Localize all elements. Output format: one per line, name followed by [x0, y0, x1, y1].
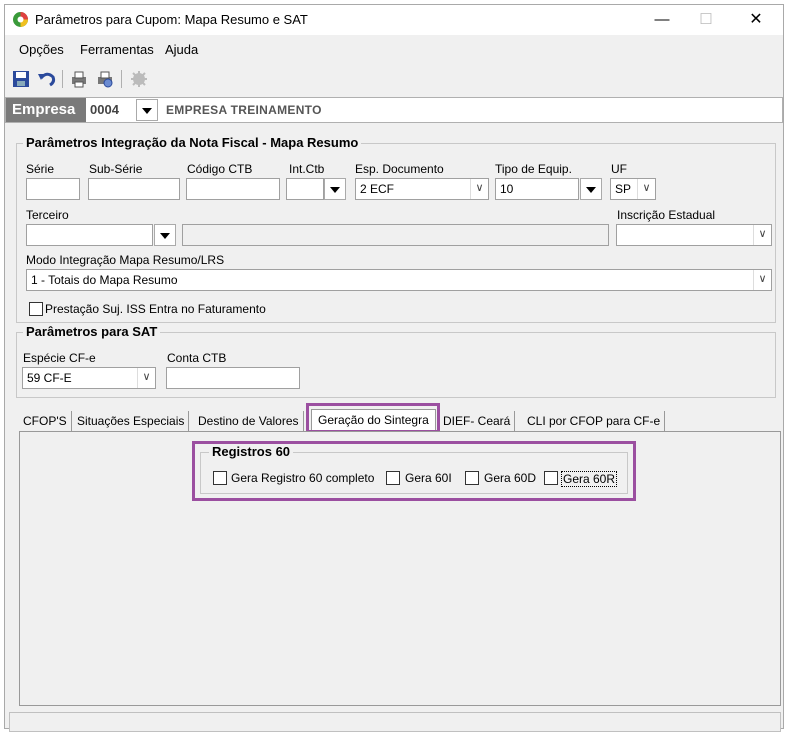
chevron-down-icon: ∨	[470, 179, 488, 199]
menu-opcoes[interactable]: Opções	[19, 42, 64, 57]
empresa-code-input[interactable]: 0004	[90, 102, 119, 117]
chevron-down-icon: ∨	[753, 225, 771, 245]
esp-doc-select[interactable]: 2 ECF ∨	[355, 178, 489, 200]
especie-value: 59 CF-E	[27, 371, 72, 385]
codigo-ctb-label: Código CTB	[187, 162, 253, 176]
empresa-label: Empresa	[6, 98, 86, 122]
inscricao-select[interactable]: ∨	[616, 224, 772, 246]
gera-60i-checkbox[interactable]	[386, 471, 400, 485]
gera-registro-60-completo-checkbox[interactable]	[213, 471, 227, 485]
settings-icon[interactable]	[129, 69, 149, 89]
app-icon	[13, 12, 28, 27]
int-ctb-label: Int.Ctb	[289, 162, 325, 176]
window-title: Parâmetros para Cupom: Mapa Resumo e SAT	[35, 12, 308, 27]
terceiro-name-display	[182, 224, 609, 246]
empresa-bar: Empresa 0004 EMPRESA TREINAMENTO	[5, 97, 783, 123]
tipo-equip-label: Tipo de Equip.	[495, 162, 572, 176]
sat-group: Parâmetros para SAT Espécie CF-e 59 CF-E…	[16, 324, 776, 398]
chevron-down-icon	[586, 187, 596, 193]
minimize-button[interactable]: —	[639, 5, 685, 35]
print-icon[interactable]	[69, 69, 89, 89]
menu-ajuda[interactable]: Ajuda	[165, 42, 198, 57]
chevron-down-icon	[330, 187, 340, 193]
status-bar	[9, 712, 781, 732]
uf-label: UF	[611, 162, 627, 176]
undo-icon[interactable]	[37, 69, 57, 89]
uf-select[interactable]: SP ∨	[610, 178, 656, 200]
serie-input[interactable]	[26, 178, 80, 200]
terceiro-input[interactable]	[26, 224, 153, 246]
codigo-ctb-input[interactable]	[186, 178, 280, 200]
empresa-dropdown-button[interactable]	[136, 99, 158, 121]
maximize-button[interactable]: ☐	[683, 5, 729, 35]
subserie-input[interactable]	[88, 178, 180, 200]
chevron-down-icon	[160, 233, 170, 239]
nf-integration-group: Parâmetros Integração da Nota Fiscal - M…	[16, 135, 776, 323]
toolbar-separator	[62, 70, 63, 88]
tab-situacoes-especiais[interactable]: Situações Especiais	[73, 411, 190, 431]
tab-cfops[interactable]: CFOP'S	[19, 411, 72, 431]
menu-ferramentas[interactable]: Ferramentas	[80, 42, 154, 57]
tab-panel-sintegra: Registros 60 Gera Registro 60 completo G…	[19, 431, 781, 706]
prestacao-label: Prestação Suj. ISS Entra no Faturamento	[45, 302, 266, 316]
chevron-down-icon: ∨	[637, 179, 655, 199]
registros60-group: Registros 60 Gera Registro 60 completo G…	[200, 444, 628, 494]
group-title: Registros 60	[209, 444, 294, 459]
int-ctb-dropdown-button[interactable]	[324, 178, 346, 200]
conta-ctb-input[interactable]	[166, 367, 300, 389]
especie-select[interactable]: 59 CF-E ∨	[22, 367, 156, 389]
empresa-name: EMPRESA TREINAMENTO	[166, 103, 322, 117]
uf-value: SP	[615, 182, 632, 196]
gera-registro-60-completo-label: Gera Registro 60 completo	[231, 471, 375, 485]
toolbar	[5, 65, 783, 93]
terceiro-dropdown-button[interactable]	[154, 224, 176, 246]
save-icon[interactable]	[11, 69, 31, 89]
tab-dief-ceara[interactable]: DIEF- Ceará	[439, 411, 516, 431]
chevron-down-icon: ∨	[137, 368, 155, 388]
gera-60d-checkbox[interactable]	[465, 471, 479, 485]
close-button[interactable]: ✕	[733, 5, 779, 35]
chevron-down-icon	[142, 108, 152, 114]
esp-doc-label: Esp. Documento	[355, 162, 444, 176]
gera-60d-label: Gera 60D	[484, 471, 537, 485]
toolbar-separator	[121, 70, 122, 88]
modo-value: 1 - Totais do Mapa Resumo	[31, 273, 178, 287]
serie-label: Série	[26, 162, 55, 176]
modo-label: Modo Integração Mapa Resumo/LRS	[26, 253, 225, 267]
prestacao-checkbox[interactable]	[29, 302, 43, 316]
conta-ctb-label: Conta CTB	[167, 351, 227, 365]
terceiro-label: Terceiro	[26, 208, 69, 222]
gera-60r-checkbox[interactable]	[544, 471, 558, 485]
tipo-equip-dropdown-button[interactable]	[580, 178, 602, 200]
main-window: Parâmetros para Cupom: Mapa Resumo e SAT…	[4, 4, 784, 732]
title-bar: Parâmetros para Cupom: Mapa Resumo e SAT…	[5, 5, 783, 35]
group-title: Parâmetros Integração da Nota Fiscal - M…	[23, 135, 362, 150]
subserie-label: Sub-Série	[89, 162, 143, 176]
int-ctb-input[interactable]	[286, 178, 324, 200]
active-tab-highlight	[306, 403, 440, 433]
modo-select[interactable]: 1 - Totais do Mapa Resumo ∨	[26, 269, 772, 291]
especie-label: Espécie CF-e	[23, 351, 96, 365]
menu-bar: Opções Ferramentas Ajuda	[5, 36, 783, 62]
inscricao-label: Inscrição Estadual	[617, 208, 716, 222]
gera-60i-label: Gera 60I	[405, 471, 452, 485]
print-preview-icon[interactable]	[95, 69, 115, 89]
tipo-equip-input[interactable]: 10	[495, 178, 579, 200]
gera-60r-label: Gera 60R	[561, 471, 618, 487]
tab-destino-de-valores[interactable]: Destino de Valores	[194, 411, 304, 431]
chevron-down-icon: ∨	[753, 270, 771, 290]
group-title: Parâmetros para SAT	[23, 324, 161, 339]
esp-doc-value: 2 ECF	[360, 182, 395, 196]
tab-cli-por-cfop[interactable]: CLI por CFOP para CF-e	[523, 411, 666, 431]
